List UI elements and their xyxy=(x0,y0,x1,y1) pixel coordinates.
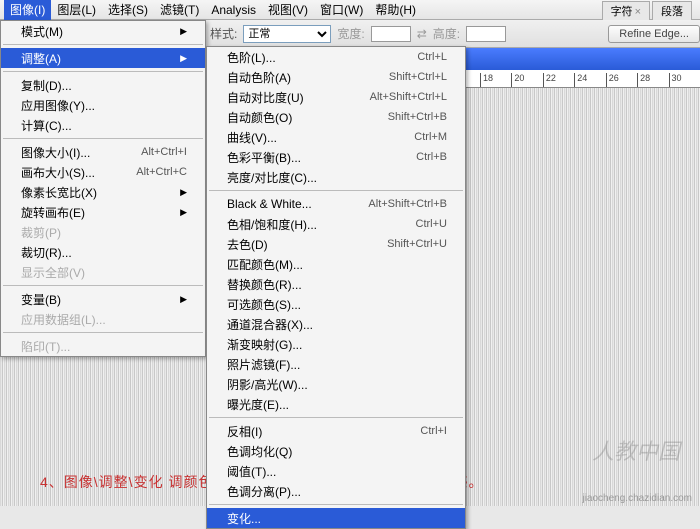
watermark-text: jiaocheng.chazidian.com xyxy=(582,493,692,504)
mi-selective-color[interactable]: 可选颜色(S)... xyxy=(207,294,465,314)
mi-adjustments[interactable]: 调整(A)▶ xyxy=(1,48,205,68)
mi-variables[interactable]: 变量(B)▶ xyxy=(1,289,205,309)
style-label: 样式: xyxy=(210,25,237,42)
adjustments-submenu: 色阶(L)...Ctrl+L 自动色阶(A)Shift+Ctrl+L 自动对比度… xyxy=(206,46,466,529)
image-menu-dropdown: 模式(M)▶ 调整(A)▶ 复制(D)... 应用图像(Y)... 计算(C).… xyxy=(0,20,206,357)
menu-separator xyxy=(3,285,203,286)
menu-help[interactable]: 帮助(H) xyxy=(369,0,422,20)
mi-duplicate[interactable]: 复制(D)... xyxy=(1,75,205,95)
mi-calculations[interactable]: 计算(C)... xyxy=(1,115,205,135)
menu-separator xyxy=(3,71,203,72)
mi-levels[interactable]: 色阶(L)...Ctrl+L xyxy=(207,47,465,67)
tab-character[interactable]: 字符× xyxy=(602,1,650,20)
mi-black-white[interactable]: Black & White...Alt+Shift+Ctrl+B xyxy=(207,194,465,214)
mi-reveal-all: 显示全部(V) xyxy=(1,262,205,282)
panel-tabs: 字符× 段落 xyxy=(602,0,692,20)
watermark-logo: 人教中国 xyxy=(592,434,680,466)
mi-mode[interactable]: 模式(M)▶ xyxy=(1,21,205,41)
menu-separator xyxy=(3,138,203,139)
mi-curves[interactable]: 曲线(V)...Ctrl+M xyxy=(207,127,465,147)
menu-separator xyxy=(3,44,203,45)
menu-image[interactable]: 图像(I) xyxy=(4,0,51,20)
mi-replace-color[interactable]: 替换颜色(R)... xyxy=(207,274,465,294)
mi-invert[interactable]: 反相(I)Ctrl+I xyxy=(207,421,465,441)
menu-layer[interactable]: 图层(L) xyxy=(51,0,102,20)
mi-canvas-size[interactable]: 画布大小(S)...Alt+Ctrl+C xyxy=(1,162,205,182)
mi-rotate-canvas[interactable]: 旋转画布(E)▶ xyxy=(1,202,205,222)
tab-paragraph[interactable]: 段落 xyxy=(652,1,692,20)
mi-trap: 陷印(T)... xyxy=(1,336,205,356)
mi-auto-levels[interactable]: 自动色阶(A)Shift+Ctrl+L xyxy=(207,67,465,87)
mi-color-balance[interactable]: 色彩平衡(B)...Ctrl+B xyxy=(207,147,465,167)
mi-desaturate[interactable]: 去色(D)Shift+Ctrl+U xyxy=(207,234,465,254)
mi-apply-image[interactable]: 应用图像(Y)... xyxy=(1,95,205,115)
mi-gradient-map[interactable]: 渐变映射(G)... xyxy=(207,334,465,354)
mi-trim[interactable]: 裁切(R)... xyxy=(1,242,205,262)
chevron-right-icon: ▶ xyxy=(180,187,187,198)
mi-apply-dataset: 应用数据组(L)... xyxy=(1,309,205,329)
mi-variations[interactable]: 变化... xyxy=(207,508,465,528)
chevron-right-icon: ▶ xyxy=(180,53,187,64)
link-icon: ⇄ xyxy=(417,27,427,41)
menu-view[interactable]: 视图(V) xyxy=(262,0,314,20)
mi-channel-mixer[interactable]: 通道混合器(X)... xyxy=(207,314,465,334)
menu-analysis[interactable]: Analysis xyxy=(205,1,262,19)
refine-edge-button[interactable]: Refine Edge... xyxy=(608,25,700,43)
height-input[interactable] xyxy=(466,26,506,42)
width-label: 宽度: xyxy=(337,25,364,42)
mi-equalize[interactable]: 色调均化(Q) xyxy=(207,441,465,461)
menu-window[interactable]: 窗口(W) xyxy=(314,0,369,20)
mi-photo-filter[interactable]: 照片滤镜(F)... xyxy=(207,354,465,374)
mi-exposure[interactable]: 曝光度(E)... xyxy=(207,394,465,414)
menu-separator xyxy=(209,190,463,191)
mi-auto-color[interactable]: 自动颜色(O)Shift+Ctrl+B xyxy=(207,107,465,127)
menu-separator xyxy=(209,504,463,505)
width-input[interactable] xyxy=(371,26,411,42)
menubar: 图像(I) 图层(L) 选择(S) 滤镜(T) Analysis 视图(V) 窗… xyxy=(0,0,700,20)
mi-shadow-highlight[interactable]: 阴影/高光(W)... xyxy=(207,374,465,394)
mi-hue-saturation[interactable]: 色相/饱和度(H)...Ctrl+U xyxy=(207,214,465,234)
menu-filter[interactable]: 滤镜(T) xyxy=(154,0,205,20)
mi-image-size[interactable]: 图像大小(I)...Alt+Ctrl+I xyxy=(1,142,205,162)
mi-crop: 裁剪(P) xyxy=(1,222,205,242)
chevron-right-icon: ▶ xyxy=(180,207,187,218)
menu-separator xyxy=(209,417,463,418)
mi-auto-contrast[interactable]: 自动对比度(U)Alt+Shift+Ctrl+L xyxy=(207,87,465,107)
menu-separator xyxy=(3,332,203,333)
mi-brightness-contrast[interactable]: 亮度/对比度(C)... xyxy=(207,167,465,187)
chevron-right-icon: ▶ xyxy=(180,294,187,305)
style-select[interactable]: 正常 xyxy=(243,25,331,43)
mi-match-color[interactable]: 匹配颜色(M)... xyxy=(207,254,465,274)
mi-posterize[interactable]: 色调分离(P)... xyxy=(207,481,465,501)
height-label: 高度: xyxy=(433,25,460,42)
chevron-right-icon: ▶ xyxy=(180,26,187,37)
close-icon[interactable]: × xyxy=(635,6,641,18)
mi-threshold[interactable]: 阈值(T)... xyxy=(207,461,465,481)
mi-pixel-aspect[interactable]: 像素长宽比(X)▶ xyxy=(1,182,205,202)
menu-select[interactable]: 选择(S) xyxy=(102,0,154,20)
